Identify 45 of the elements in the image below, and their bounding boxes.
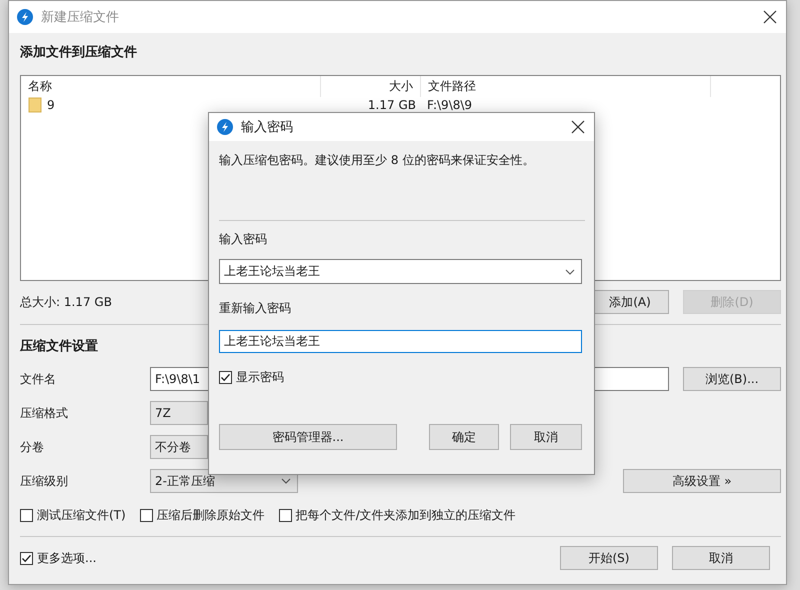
checkbox[interactable] xyxy=(278,508,292,522)
folder-icon xyxy=(28,97,42,113)
column-header[interactable]: 文件路径 xyxy=(421,76,711,97)
dropdown[interactable]: 7Z xyxy=(150,401,208,425)
file-name[interactable]: 9 xyxy=(47,98,55,112)
checkbox[interactable] xyxy=(219,371,232,384)
file-size: 1.17 GB xyxy=(368,98,416,112)
dialog-title: 输入密码 xyxy=(241,119,294,136)
password-field[interactable]: 上老王论坛当老王 xyxy=(219,259,582,284)
close-icon[interactable] xyxy=(762,9,778,25)
browse-button[interactable]: 浏览(B)... xyxy=(683,367,781,391)
file-path: F:\9\8\9 xyxy=(427,98,472,112)
start-button[interactable]: 开始(S) xyxy=(560,546,658,570)
option-label: 显示密码 xyxy=(236,369,284,386)
field-label: 压缩格式 xyxy=(20,404,69,422)
field-label: 输入密码 xyxy=(219,231,268,248)
confirm-password-field[interactable]: 上老王论坛当老王 xyxy=(219,330,582,353)
column-header[interactable]: 大小 xyxy=(321,76,421,97)
option-label: 压缩后删除原始文件 xyxy=(156,506,265,524)
field-label: 文件名 xyxy=(20,370,57,388)
password-manager-button[interactable]: 密码管理器... xyxy=(219,424,397,450)
checkbox[interactable] xyxy=(140,508,153,522)
chevron-down-icon xyxy=(565,268,575,274)
field-label: 分卷 xyxy=(20,438,45,456)
ok-button[interactable]: 确定 xyxy=(429,424,499,450)
checkbox[interactable] xyxy=(20,508,33,522)
section-heading: 压缩文件设置 xyxy=(20,338,98,356)
field-label: 重新输入密码 xyxy=(219,300,292,317)
chevron-down-icon xyxy=(281,478,291,484)
app-logo-icon xyxy=(217,119,233,135)
option-label: 把每个文件/文件夹添加到独立的压缩文件 xyxy=(296,506,516,524)
option-label: 测试压缩文件(T) xyxy=(37,506,126,524)
checkbox[interactable] xyxy=(20,552,33,564)
cancel-button[interactable]: 取消 xyxy=(510,424,582,450)
advanced-settings-button[interactable]: 高级设置 » xyxy=(623,469,781,493)
dropdown[interactable]: 不分卷 xyxy=(150,435,208,459)
cancel-button[interactable]: 取消 xyxy=(672,546,770,570)
hint-text: 输入压缩包密码。建议使用至少 8 位的密码来保证安全性。 xyxy=(219,152,536,169)
close-icon[interactable] xyxy=(570,119,586,135)
section-heading: 添加文件到压缩文件 xyxy=(20,44,137,62)
field-label: 压缩级别 xyxy=(20,472,69,490)
app-logo-icon xyxy=(17,9,33,25)
window-title: 新建压缩文件 xyxy=(41,9,120,26)
option-label: 更多选项... xyxy=(37,550,96,566)
total-size: 总大小: 1.17 GB xyxy=(20,294,112,310)
